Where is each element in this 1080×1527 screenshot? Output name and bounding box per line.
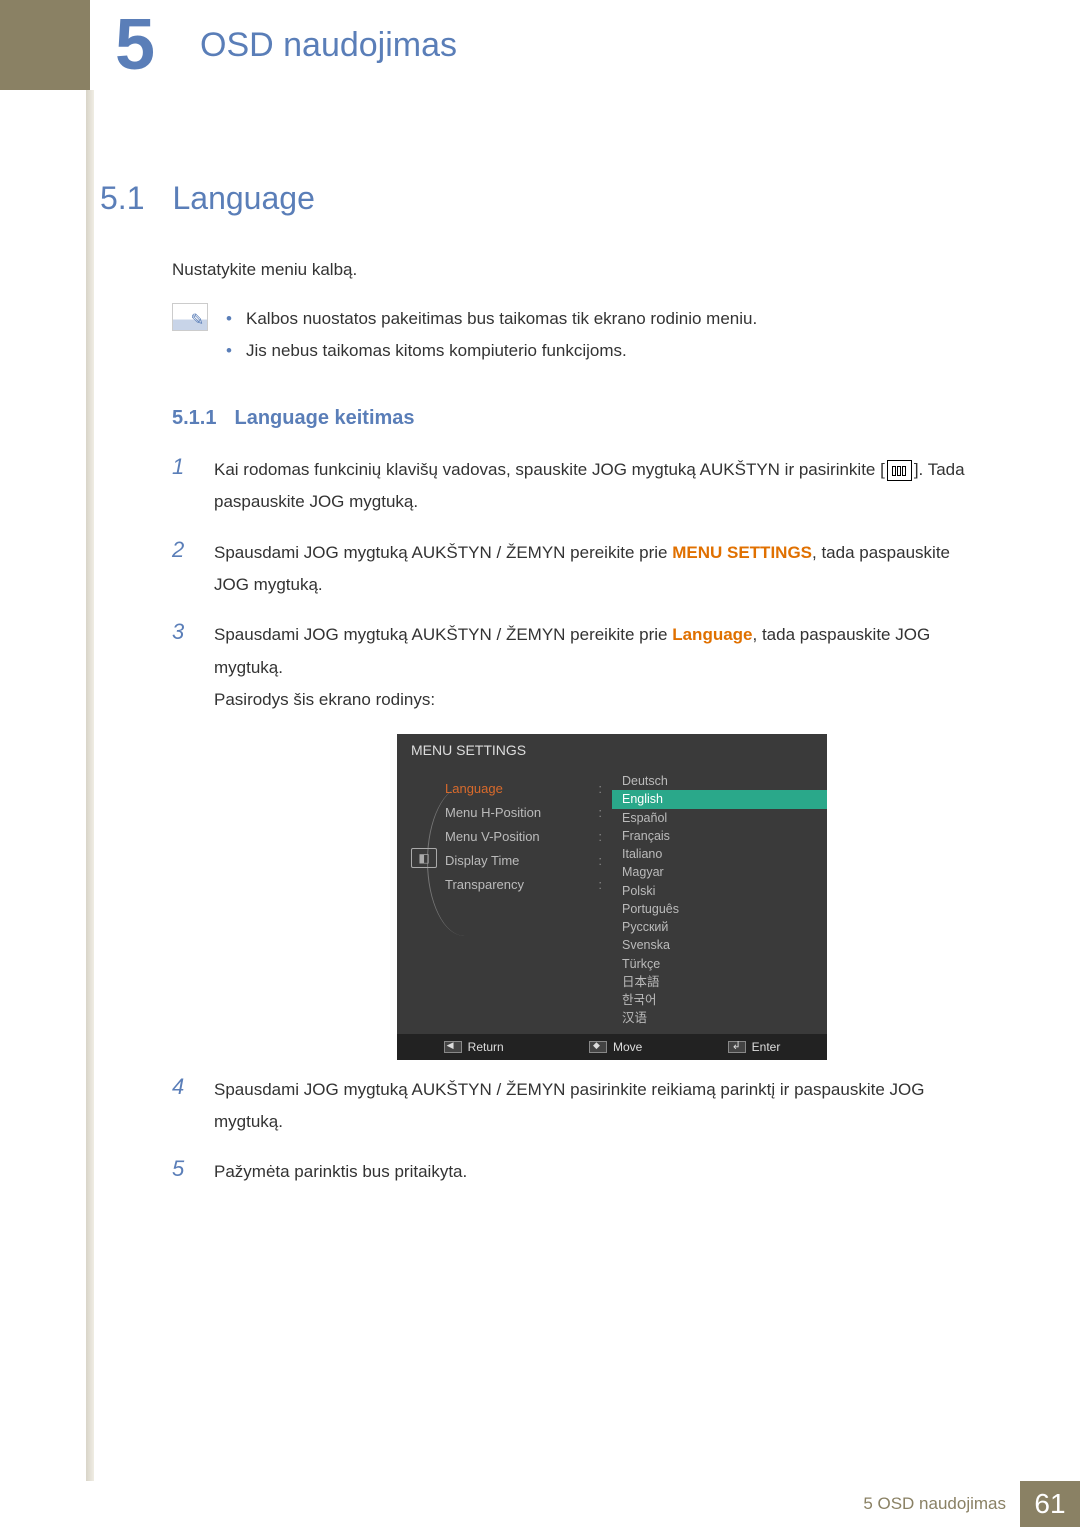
page-footer: 5 OSD naudojimas 61 <box>0 1481 1080 1527</box>
osd-title: MENU SETTINGS <box>397 734 827 766</box>
footer-label: 5 OSD naudojimas <box>849 1481 1020 1527</box>
step-text: Spausdami JOG mygtuką AUKŠTYN / ŽEMYN pe… <box>214 537 980 602</box>
osd-lang-option: Español <box>612 809 827 827</box>
osd-footer-return: Return <box>444 1040 504 1054</box>
osd-lang-option: Français <box>612 827 827 845</box>
step: 5 Pažymėta parinktis bus pritaikyta. <box>172 1156 980 1188</box>
note-block: Kalbos nuostatos pakeitimas bus taikomas… <box>172 303 980 368</box>
osd-lang-option: 汉语 <box>612 1009 827 1027</box>
chapter-title: OSD naudojimas <box>180 0 1080 90</box>
step-number: 2 <box>172 537 192 602</box>
osd-footer: Return Move Enter <box>397 1034 827 1060</box>
menu-icon <box>887 460 912 481</box>
osd-lang-option-selected: English <box>612 790 827 808</box>
subsection-number: 5.1.1 <box>172 407 216 430</box>
osd-lang-option: Português <box>612 900 827 918</box>
osd-menu: MENU SETTINGS Language: Menu H-Position:… <box>397 734 827 1060</box>
step-text: Spausdami JOG mygtuką AUKŠTYN / ŽEMYN pe… <box>214 619 980 716</box>
section-title: Language <box>172 180 314 217</box>
return-icon <box>444 1041 462 1053</box>
chapter-number: 5 <box>115 4 155 86</box>
osd-footer-enter: Enter <box>728 1040 781 1054</box>
osd-lang-option: 한국어 <box>612 991 827 1009</box>
osd-item: Language: <box>411 776 612 800</box>
osd-lang-option: Deutsch <box>612 772 827 790</box>
step-text: Spausdami JOG mygtuką AUKŠTYN / ŽEMYN pa… <box>214 1074 980 1139</box>
page-content: 5.1 Language Nustatykite meniu kalbą. Ka… <box>0 90 1080 1189</box>
osd-lang-option: Italiano <box>612 845 827 863</box>
footer-page-number: 61 <box>1020 1481 1080 1527</box>
step-number: 1 <box>172 454 192 519</box>
osd-lang-option: Polski <box>612 882 827 900</box>
steps-list: 1 Kai rodomas funkcinių klavišų vadovas,… <box>172 454 980 1188</box>
step-text: Pažymėta parinktis bus pritaikyta. <box>214 1156 980 1188</box>
osd-body: Language: Menu H-Position: Menu V-Positi… <box>397 766 827 1034</box>
section-header: 5.1 Language <box>100 180 980 217</box>
osd-language-list: Deutsch English Español Français Italian… <box>612 766 827 1034</box>
section-number: 5.1 <box>100 180 144 217</box>
move-icon <box>589 1041 607 1053</box>
osd-lang-option: 日本語 <box>612 973 827 991</box>
margin-band <box>86 90 94 1481</box>
chapter-number-box: 5 <box>90 0 180 90</box>
note-list: Kalbos nuostatos pakeitimas bus taikomas… <box>226 303 980 368</box>
osd-lang-option: Русский <box>612 918 827 936</box>
chapter-header: 5 OSD naudojimas <box>0 0 1080 90</box>
step: 2 Spausdami JOG mygtuką AUKŠTYN / ŽEMYN … <box>172 537 980 602</box>
step: 4 Spausdami JOG mygtuką AUKŠTYN / ŽEMYN … <box>172 1074 980 1139</box>
step: 3 Spausdami JOG mygtuką AUKŠTYN / ŽEMYN … <box>172 619 980 716</box>
osd-section-icon <box>411 848 437 868</box>
subsection-title: Language keitimas <box>234 407 414 430</box>
step-number: 3 <box>172 619 192 716</box>
step-number: 5 <box>172 1156 192 1188</box>
step: 1 Kai rodomas funkcinių klavišų vadovas,… <box>172 454 980 519</box>
note-icon <box>172 303 208 331</box>
osd-lang-option: Türkçe <box>612 955 827 973</box>
osd-lang-option: Svenska <box>612 936 827 954</box>
intro-text: Nustatykite meniu kalbą. <box>172 257 980 283</box>
note-item: Kalbos nuostatos pakeitimas bus taikomas… <box>226 303 980 335</box>
osd-screenshot: MENU SETTINGS Language: Menu H-Position:… <box>244 734 980 1060</box>
note-item: Jis nebus taikomas kitoms kompiuterio fu… <box>226 335 980 367</box>
osd-footer-move: Move <box>589 1040 642 1054</box>
highlight: Language <box>672 625 752 644</box>
step-text: Kai rodomas funkcinių klavišų vadovas, s… <box>214 454 980 519</box>
osd-lang-option: Magyar <box>612 863 827 881</box>
osd-left-panel: Language: Menu H-Position: Menu V-Positi… <box>397 766 612 1034</box>
enter-icon <box>728 1041 746 1053</box>
subsection-header: 5.1.1 Language keitimas <box>172 407 980 430</box>
highlight: MENU SETTINGS <box>672 543 812 562</box>
step-number: 4 <box>172 1074 192 1139</box>
